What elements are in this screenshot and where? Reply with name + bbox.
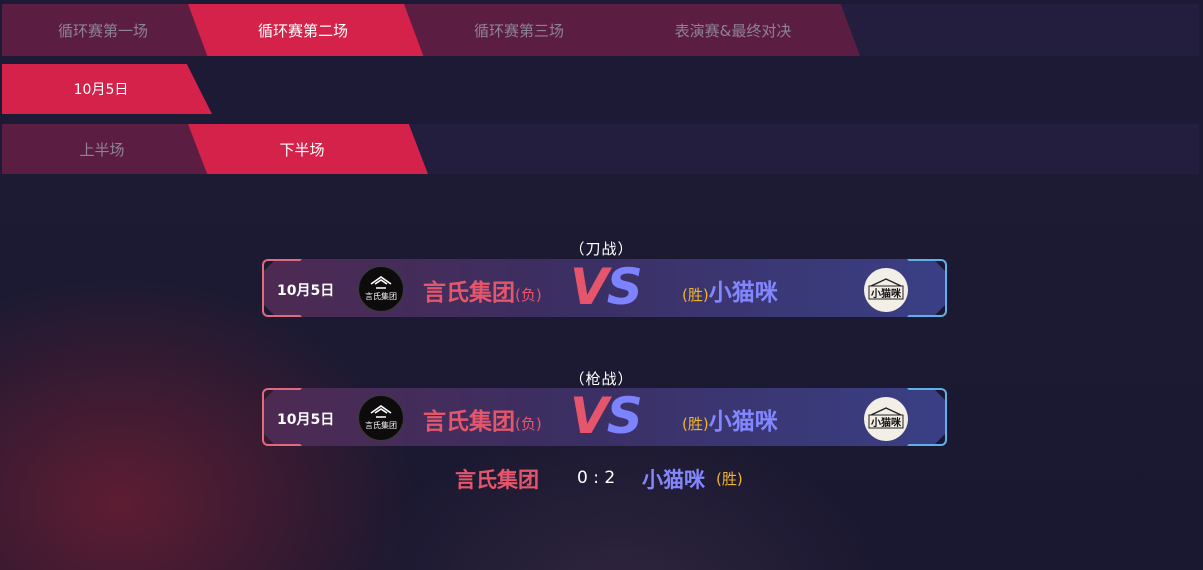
match-1-date: 10月5日	[277, 283, 335, 299]
svg-text:言氏集团: 言氏集团	[365, 291, 397, 301]
team-right-logo: 小猫咪	[864, 268, 908, 312]
match-2-team-left-name: 言氏集团	[423, 409, 515, 435]
tab-exhibition-final[interactable]: 表演赛&最终对决	[618, 4, 860, 56]
round-tab-bar: 循环赛第一场 循环赛第二场 循环赛第三场 表演赛&最终对决	[2, 4, 1199, 56]
match-2-result-left: (负)	[515, 415, 542, 433]
tab-round-1-label: 循环赛第一场	[57, 21, 148, 40]
svg-text:言氏集团: 言氏集团	[365, 420, 397, 430]
tab-second-half-label: 下半场	[279, 140, 325, 159]
half-tab-bar: 上半场 下半场	[2, 124, 1199, 174]
match-1-frame-right	[907, 259, 947, 317]
tab-date-label: 10月5日	[73, 82, 129, 98]
tab-exhibition-final-label: 表演赛&最终对决	[674, 21, 792, 40]
match-2-team-left: 言氏集团(负)	[423, 402, 542, 436]
match-2-vs: VS	[570, 387, 643, 445]
tab-second-half[interactable]: 下半场	[188, 124, 428, 174]
team-left-logo: 言氏集团	[358, 395, 404, 441]
match-1-team-left-name: 言氏集团	[423, 280, 515, 306]
summary-score: 0 : 2	[577, 468, 616, 488]
svg-text:小猫咪: 小猫咪	[870, 416, 902, 429]
date-tab-bar: 10月5日	[2, 64, 1199, 114]
tab-date-oct5[interactable]: 10月5日	[2, 64, 212, 114]
tab-first-half-label: 上半场	[79, 140, 125, 159]
tab-round-3[interactable]: 循环赛第三场	[404, 4, 646, 56]
team-left-logo: 言氏集团	[358, 266, 404, 312]
tab-round-2[interactable]: 循环赛第二场	[188, 4, 430, 56]
match-1-team-left: 言氏集团(负)	[423, 273, 542, 307]
summary-result-right: (胜)	[716, 470, 743, 488]
tab-first-half[interactable]: 上半场	[2, 124, 214, 174]
match-2-team-right-name: 小猫咪	[708, 409, 778, 435]
match-1-mode: （刀战）	[569, 240, 634, 258]
match-1-vs: VS	[570, 258, 643, 316]
summary-team-left: 言氏集团	[455, 468, 539, 492]
team-right-logo: 小猫咪	[864, 397, 908, 441]
match-1-team-right: (胜)小猫咪	[682, 273, 778, 307]
match-1-result-left: (负)	[515, 286, 542, 304]
match-1-team-right-name: 小猫咪	[708, 280, 778, 306]
score-summary: 言氏集团 0 : 2 小猫咪 (胜)	[0, 464, 1203, 494]
tab-round-3-label: 循环赛第三场	[473, 21, 564, 40]
summary-team-right: 小猫咪	[642, 468, 705, 492]
match-2-frame-right	[907, 388, 947, 446]
tab-round-2-label: 循环赛第二场	[257, 21, 348, 40]
svg-text:小猫咪: 小猫咪	[870, 287, 902, 300]
tab-round-1[interactable]: 循环赛第一场	[2, 4, 216, 56]
match-2-result-right: (胜)	[682, 415, 709, 433]
match-2-team-right: (胜)小猫咪	[682, 402, 778, 436]
match-1-result-right: (胜)	[682, 286, 709, 304]
match-2-mode: （枪战）	[569, 370, 634, 388]
match-2-date: 10月5日	[277, 412, 335, 428]
